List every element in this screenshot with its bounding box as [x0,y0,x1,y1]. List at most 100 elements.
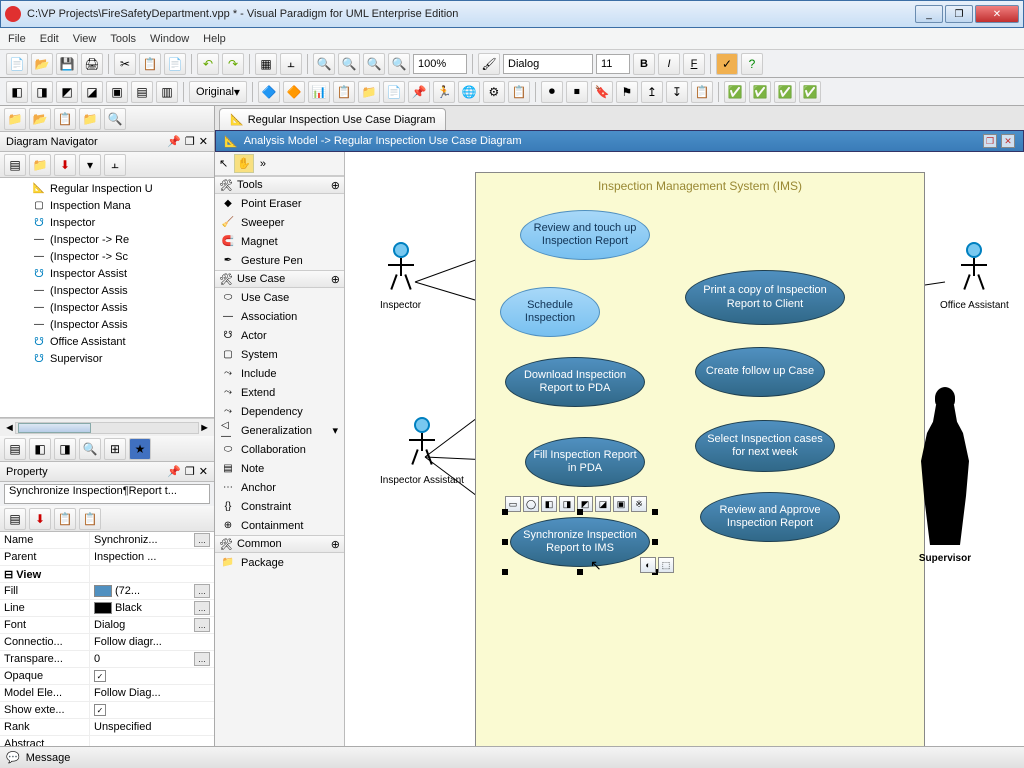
cursor-icon[interactable]: ↖ [219,157,228,170]
res-1-icon[interactable]: ◐ [640,557,656,573]
tb2-bookmark-icon[interactable]: 🔖 [591,81,613,103]
property-row[interactable]: Transpare...0… [0,651,214,668]
sel-t3-icon[interactable]: ◧ [541,496,557,512]
align-icon[interactable]: ⫠ [280,53,302,75]
tree-item[interactable]: —(Inspector Assis [2,282,212,299]
paste-icon[interactable]: 📄 [164,53,186,75]
palette-item[interactable]: ◆Point Eraser [215,194,344,213]
pt-6-icon[interactable]: ★ [129,438,151,460]
palette-item[interactable]: ⤳Dependency [215,402,344,421]
palette-item[interactable]: 📁Package [215,553,344,572]
palette-item[interactable]: ⊕Containment [215,516,344,535]
sel-t1-icon[interactable]: ▭ [505,496,521,512]
tree-item[interactable]: ☋Supervisor [2,350,212,367]
palette-item[interactable]: {}Constraint [215,497,344,516]
tree-hscroll[interactable]: ◄► [0,418,214,436]
tree-item[interactable]: ☋Inspector Assist [2,265,212,282]
pt2-1-icon[interactable]: ▤ [4,508,26,530]
tb2-down-icon[interactable]: ↧ [666,81,688,103]
tb2-18-icon[interactable]: 📋 [508,81,530,103]
tb2-7-icon[interactable]: ▥ [156,81,178,103]
help-icon[interactable]: ? [741,53,763,75]
menu-tools[interactable]: Tools [110,33,136,45]
fontcolor-icon[interactable]: F [683,53,705,75]
actor-assistant[interactable]: Inspector Assistant [380,417,464,486]
tb2-17-icon[interactable]: ⚙ [483,81,505,103]
prop-pin-icon[interactable]: 📌 [167,465,181,478]
palette-item[interactable]: ⬭Collaboration [215,440,344,459]
tree-item[interactable]: ☋Office Assistant [2,333,212,350]
palette-item[interactable]: —Association [215,307,344,326]
navigator-tree[interactable]: 📐Regular Inspection U▢Inspection Mana☋In… [0,178,214,418]
paintbrush-icon[interactable]: 🖌 [478,53,500,75]
pt-2-icon[interactable]: ◧ [29,438,51,460]
nt-1-icon[interactable]: ▤ [4,154,26,176]
usecase-review[interactable]: Review and touch up Inspection Report [520,210,650,260]
sel-t5-icon[interactable]: ◩ [577,496,593,512]
undo-icon[interactable]: ↶ [197,53,219,75]
tb2-14-icon[interactable]: 📌 [408,81,430,103]
nav-icon-3[interactable]: 📋 [54,108,76,130]
tree-item[interactable]: —(Inspector -> Re [2,231,212,248]
menu-window[interactable]: Window [150,33,189,45]
palette-item[interactable]: ⤳Extend [215,383,344,402]
palette-group[interactable]: 🛠Tools⊕ [215,176,344,194]
tb2-4-icon[interactable]: ◪ [81,81,103,103]
tb2-13-icon[interactable]: 📄 [383,81,405,103]
sel-t8-icon[interactable]: ※ [631,496,647,512]
grid-icon[interactable]: ▦ [255,53,277,75]
tree-item[interactable]: —(Inspector Assis [2,316,212,333]
nav-icon-5[interactable]: 🔍 [104,108,126,130]
pt2-2-icon[interactable]: ⬇ [29,508,51,530]
fontsize-select[interactable] [596,54,630,74]
spellcheck-icon[interactable]: ✓ [716,53,738,75]
property-row[interactable]: Connectio...Follow diagr... [0,634,214,651]
usecase-create[interactable]: Create follow up Case [695,347,825,397]
maximize-button[interactable]: ❐ [945,5,973,23]
zoomout-icon[interactable]: 🔍 [338,53,360,75]
palette-item[interactable]: ▤Note [215,459,344,478]
tb2-check2-icon[interactable]: ✅ [749,81,771,103]
tree-item[interactable]: ▢Inspection Mana [2,197,212,214]
nt-5-icon[interactable]: ⫠ [104,154,126,176]
property-row[interactable]: LineBlack… [0,600,214,617]
tb2-stop-icon[interactable]: ⏹ [566,81,588,103]
tb2-15-icon[interactable]: 🏃 [433,81,455,103]
actor-supervisor[interactable]: Supervisor [915,387,975,564]
palette-item[interactable]: ⤳Include [215,364,344,383]
usecase-select[interactable]: Select Inspection cases for next week [695,420,835,472]
tb2-5-icon[interactable]: ▣ [106,81,128,103]
property-row[interactable]: Opaque✓ [0,668,214,685]
tb2-8-icon[interactable]: 🔷 [258,81,280,103]
menu-help[interactable]: Help [203,33,226,45]
prop-restore-icon[interactable]: ❐ [185,465,195,478]
tb2-16-icon[interactable]: 🌐 [458,81,480,103]
nt-3-icon[interactable]: ⬇ [54,154,76,176]
menu-edit[interactable]: Edit [40,33,59,45]
tab-usecase-diagram[interactable]: 📐 Regular Inspection Use Case Diagram [219,108,446,130]
tb2-up-icon[interactable]: ↥ [641,81,663,103]
palette-group[interactable]: 🛠Use Case⊕ [215,270,344,288]
property-row[interactable]: Show exte...✓ [0,702,214,719]
close-button[interactable]: ✕ [975,5,1019,23]
tb2-12-icon[interactable]: 📁 [358,81,380,103]
pt2-3-icon[interactable]: 📋 [54,508,76,530]
nt-4-icon[interactable]: ▾ [79,154,101,176]
zoomfit-icon[interactable]: 🔍 [363,53,385,75]
tb2-3-icon[interactable]: ◩ [56,81,78,103]
usecase-sync[interactable]: Synchronize Inspection Report to IMS [510,517,650,567]
redo-icon[interactable]: ↷ [222,53,244,75]
diagram-canvas[interactable]: Inspection Management System (IMS) Inspe… [345,152,1024,746]
usecase-print[interactable]: Print a copy of Inspection Report to Cli… [685,270,845,325]
property-row[interactable]: FontDialog… [0,617,214,634]
italic-icon[interactable]: I [658,53,680,75]
palette-item[interactable]: ☋Actor [215,326,344,345]
palette-item[interactable]: ✒Gesture Pen [215,251,344,270]
tree-item[interactable]: ☋Inspector [2,214,212,231]
print-icon[interactable]: 🖨 [81,53,103,75]
save-icon[interactable]: 💾 [56,53,78,75]
property-row[interactable]: RankUnspecified [0,719,214,736]
zoom-select[interactable] [413,54,467,74]
tb2-2-icon[interactable]: ◨ [31,81,53,103]
chevron-icon[interactable]: » [260,158,266,170]
